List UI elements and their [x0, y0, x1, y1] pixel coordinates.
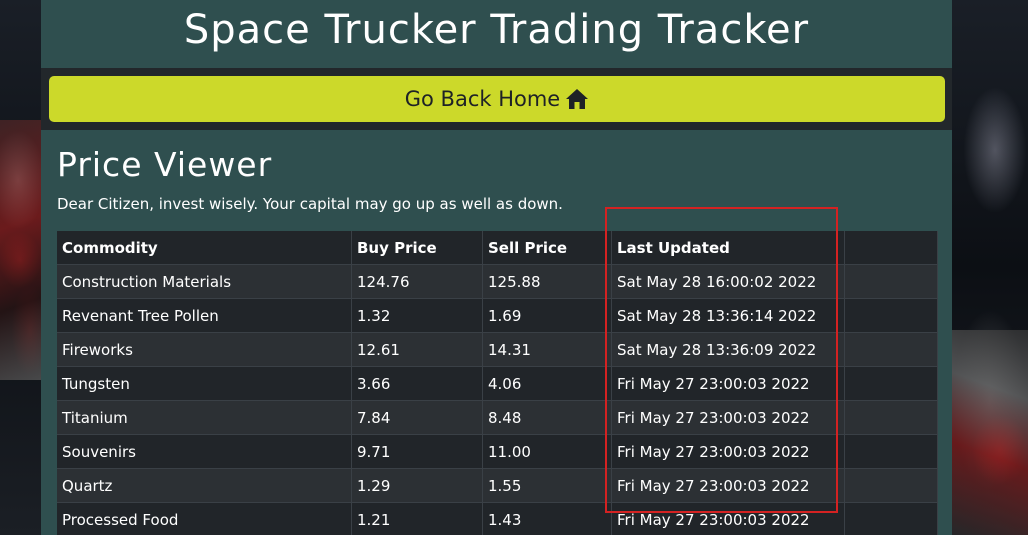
app-title: Space Trucker Trading Tracker — [183, 7, 810, 53]
cell-empty — [844, 400, 938, 435]
nav-bar: Go Back Home — [41, 68, 952, 130]
cell-last-updated: Sat May 28 13:36:09 2022 — [611, 332, 845, 367]
go-back-home-label: Go Back Home — [404, 87, 561, 111]
table-row: Quartz 1.29 1.55 Fri May 27 23:00:03 2022 — [57, 468, 938, 503]
cell-sell-price: 14.31 — [482, 332, 612, 367]
cell-sell-price: 4.06 — [482, 366, 612, 401]
table-row: Processed Food 1.21 1.43 Fri May 27 23:00:0… — [57, 502, 938, 535]
page-title: Price Viewer — [57, 145, 273, 184]
cell-buy-price: 9.71 — [351, 434, 483, 469]
cell-commodity: Construction Materials — [57, 264, 352, 299]
cell-sell-price: 125.88 — [482, 264, 612, 299]
cell-buy-price: 12.61 — [351, 332, 483, 367]
main-container: Space Trucker Trading Tracker Go Back Ho… — [41, 0, 952, 535]
cell-sell-price: 1.43 — [482, 502, 612, 535]
cell-buy-price: 1.29 — [351, 468, 483, 503]
table-header-row: Commodity Buy Price Sell Price Last Upda… — [57, 231, 938, 265]
cell-sell-price: 1.69 — [482, 298, 612, 333]
table-body: Construction Materials 124.76 125.88 Sat Ma… — [57, 264, 938, 535]
home-icon — [566, 89, 589, 109]
cell-commodity: Tungsten — [57, 366, 352, 401]
cell-empty — [844, 264, 938, 299]
cell-empty — [844, 332, 938, 367]
cell-empty — [844, 366, 938, 401]
cell-last-updated: Fri May 27 23:00:03 2022 — [611, 502, 845, 535]
table-row: Construction Materials 124.76 125.88 Sat Ma… — [57, 264, 938, 299]
cell-buy-price: 3.66 — [351, 366, 483, 401]
cell-last-updated: Fri May 27 23:00:03 2022 — [611, 434, 845, 469]
cell-buy-price: 7.84 — [351, 400, 483, 435]
cell-commodity: Fireworks — [57, 332, 352, 367]
price-table: Commodity Buy Price Sell Price Last Upda… — [57, 231, 938, 535]
spaceship-right-image — [952, 330, 1028, 535]
cell-buy-price: 1.21 — [351, 502, 483, 535]
column-header-sell-price[interactable]: Sell Price — [482, 231, 612, 265]
cell-commodity: Titanium — [57, 400, 352, 435]
column-header-buy-price[interactable]: Buy Price — [351, 231, 483, 265]
cell-commodity: Souvenirs — [57, 434, 352, 469]
cell-commodity: Revenant Tree Pollen — [57, 298, 352, 333]
page-subtitle: Dear Citizen, invest wisely. Your capita… — [57, 195, 563, 213]
spaceship-left-image — [0, 120, 42, 380]
cell-last-updated: Sat May 28 13:36:14 2022 — [611, 298, 845, 333]
header: Space Trucker Trading Tracker — [41, 0, 952, 68]
go-back-home-button[interactable]: Go Back Home — [49, 76, 945, 122]
cell-empty — [844, 502, 938, 535]
cell-buy-price: 1.32 — [351, 298, 483, 333]
table-row: Revenant Tree Pollen 1.32 1.69 Sat May 28 1… — [57, 298, 938, 333]
cell-sell-price: 8.48 — [482, 400, 612, 435]
cell-buy-price: 124.76 — [351, 264, 483, 299]
column-header-last-updated[interactable]: Last Updated — [611, 231, 845, 265]
column-header-empty — [844, 231, 938, 265]
cell-empty — [844, 468, 938, 503]
cell-sell-price: 1.55 — [482, 468, 612, 503]
cell-commodity: Quartz — [57, 468, 352, 503]
cell-empty — [844, 434, 938, 469]
cell-last-updated: Sat May 28 16:00:02 2022 — [611, 264, 845, 299]
table-row: Souvenirs 9.71 11.00 Fri May 27 23:00:03 20… — [57, 434, 938, 469]
table-row: Fireworks 12.61 14.31 Sat May 28 13:36:09 2… — [57, 332, 938, 367]
cell-empty — [844, 298, 938, 333]
table-row: Tungsten 3.66 4.06 Fri May 27 23:00:03 2022 — [57, 366, 938, 401]
cell-commodity: Processed Food — [57, 502, 352, 535]
table-row: Titanium 7.84 8.48 Fri May 27 23:00:03 2022 — [57, 400, 938, 435]
column-header-commodity[interactable]: Commodity — [57, 231, 352, 265]
cell-last-updated: Fri May 27 23:00:03 2022 — [611, 366, 845, 401]
cell-last-updated: Fri May 27 23:00:03 2022 — [611, 468, 845, 503]
cell-sell-price: 11.00 — [482, 434, 612, 469]
cell-last-updated: Fri May 27 23:00:03 2022 — [611, 400, 845, 435]
